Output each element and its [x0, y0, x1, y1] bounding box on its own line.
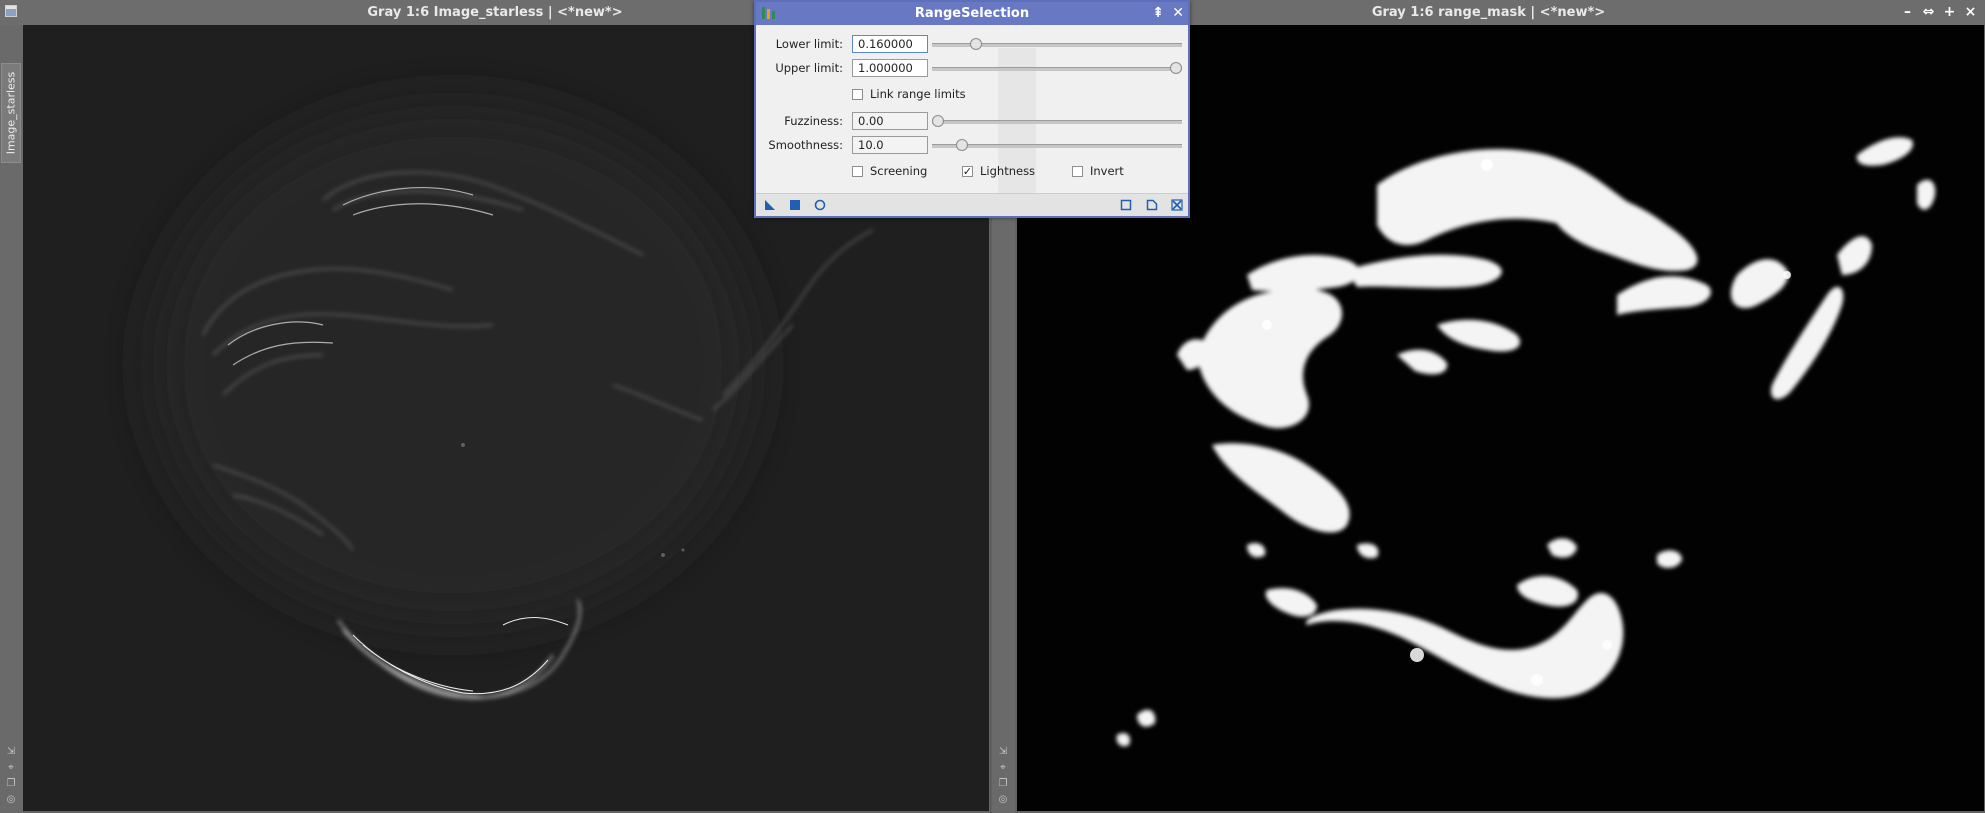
- maximize-icon[interactable]: +: [1943, 4, 1956, 20]
- dialog-footer-toolbar: [756, 193, 1188, 216]
- dialog-body: Lower limit: 0.160000 Upper limit: 1.000…: [756, 25, 1188, 216]
- fuzziness-label: Fuzziness:: [784, 114, 843, 128]
- target-icon[interactable]: ◎: [6, 795, 16, 805]
- smoothness-slider[interactable]: [932, 138, 1182, 152]
- window-controls: – ⇔ + ×: [1901, 4, 1977, 20]
- lower-limit-label: Lower limit:: [775, 37, 843, 51]
- crosshair-icon[interactable]: ⌖: [6, 763, 16, 773]
- checkbox-label: Link range limits: [870, 87, 966, 101]
- close-panel-icon[interactable]: [1171, 199, 1183, 211]
- crosshair-icon[interactable]: ⌖: [998, 763, 1008, 773]
- dialog-titlebar[interactable]: RangeSelection: [756, 2, 1188, 25]
- checkbox-box[interactable]: [1072, 165, 1083, 177]
- reset-icon[interactable]: [1146, 199, 1158, 211]
- checkbox-label: Invert: [1090, 164, 1124, 178]
- apply-icon[interactable]: [789, 199, 801, 211]
- smoothness-label: Smoothness:: [768, 138, 843, 152]
- checkbox-box[interactable]: [852, 165, 863, 177]
- checkbox-box[interactable]: [852, 88, 863, 100]
- preview-icon[interactable]: [1120, 199, 1132, 211]
- window-title: Gray 1:6 range_mask | <*new*>: [1371, 5, 1606, 20]
- fuzziness-slider[interactable]: [932, 114, 1182, 128]
- invert-checkbox[interactable]: Invert: [1072, 164, 1124, 178]
- zoom-fit-icon[interactable]: ⇲: [6, 747, 16, 757]
- zoom-fit-icon[interactable]: ⇲: [998, 747, 1008, 757]
- window-title: Gray 1:6 Image_starless | <*new*>: [367, 5, 623, 20]
- target-icon[interactable]: ◎: [998, 795, 1008, 805]
- range-selection-dialog[interactable]: RangeSelection ⇞ ✕ Lower limit: 0.160000…: [754, 0, 1190, 218]
- slider-thumb[interactable]: [955, 139, 968, 151]
- upper-limit-label: Upper limit:: [775, 61, 843, 75]
- upper-limit-slider[interactable]: [932, 61, 1182, 75]
- view-tab-label: Image_starless: [4, 71, 18, 155]
- screening-checkbox[interactable]: Screening: [852, 164, 927, 178]
- slider-thumb[interactable]: [1170, 62, 1182, 74]
- checkbox-box[interactable]: ✓: [962, 165, 973, 177]
- slider-track: [932, 144, 1182, 148]
- dialog-title: RangeSelection: [914, 6, 1030, 21]
- checkbox-label: Screening: [870, 164, 928, 178]
- slider-thumb[interactable]: [970, 38, 983, 50]
- shade-dialog-icon[interactable]: ⇞: [1152, 5, 1164, 21]
- fuzziness-input[interactable]: 0.00: [852, 112, 928, 130]
- lightness-checkbox[interactable]: ✓ Lightness: [962, 164, 1035, 178]
- shade-icon[interactable]: ⇔: [1922, 4, 1935, 20]
- new-instance-icon[interactable]: [764, 199, 776, 211]
- close-dialog-icon[interactable]: ✕: [1172, 5, 1184, 21]
- clone-icon[interactable]: ❐: [998, 779, 1008, 789]
- smoothness-input[interactable]: 10.0: [852, 136, 928, 154]
- close-icon[interactable]: ×: [1964, 4, 1977, 20]
- upper-limit-input[interactable]: 1.000000: [852, 59, 928, 77]
- lower-limit-slider[interactable]: [932, 37, 1182, 51]
- process-icon: [762, 7, 775, 19]
- link-range-limits-checkbox[interactable]: Link range limits: [852, 87, 966, 101]
- apply-global-icon[interactable]: [814, 199, 826, 211]
- slider-track: [932, 120, 1182, 124]
- window-side-panel: Image_starless ⇲ ⌖ ❐ ◎: [0, 25, 23, 813]
- view-tab-image-starless[interactable]: Image_starless: [1, 63, 21, 163]
- minimize-icon[interactable]: –: [1901, 4, 1914, 20]
- window-menu-icon[interactable]: [5, 5, 17, 17]
- slider-track: [932, 67, 1182, 71]
- clone-icon[interactable]: ❐: [6, 779, 16, 789]
- lower-limit-input[interactable]: 0.160000: [852, 35, 928, 53]
- slider-thumb[interactable]: [932, 115, 944, 127]
- checkbox-label: Lightness: [980, 164, 1036, 178]
